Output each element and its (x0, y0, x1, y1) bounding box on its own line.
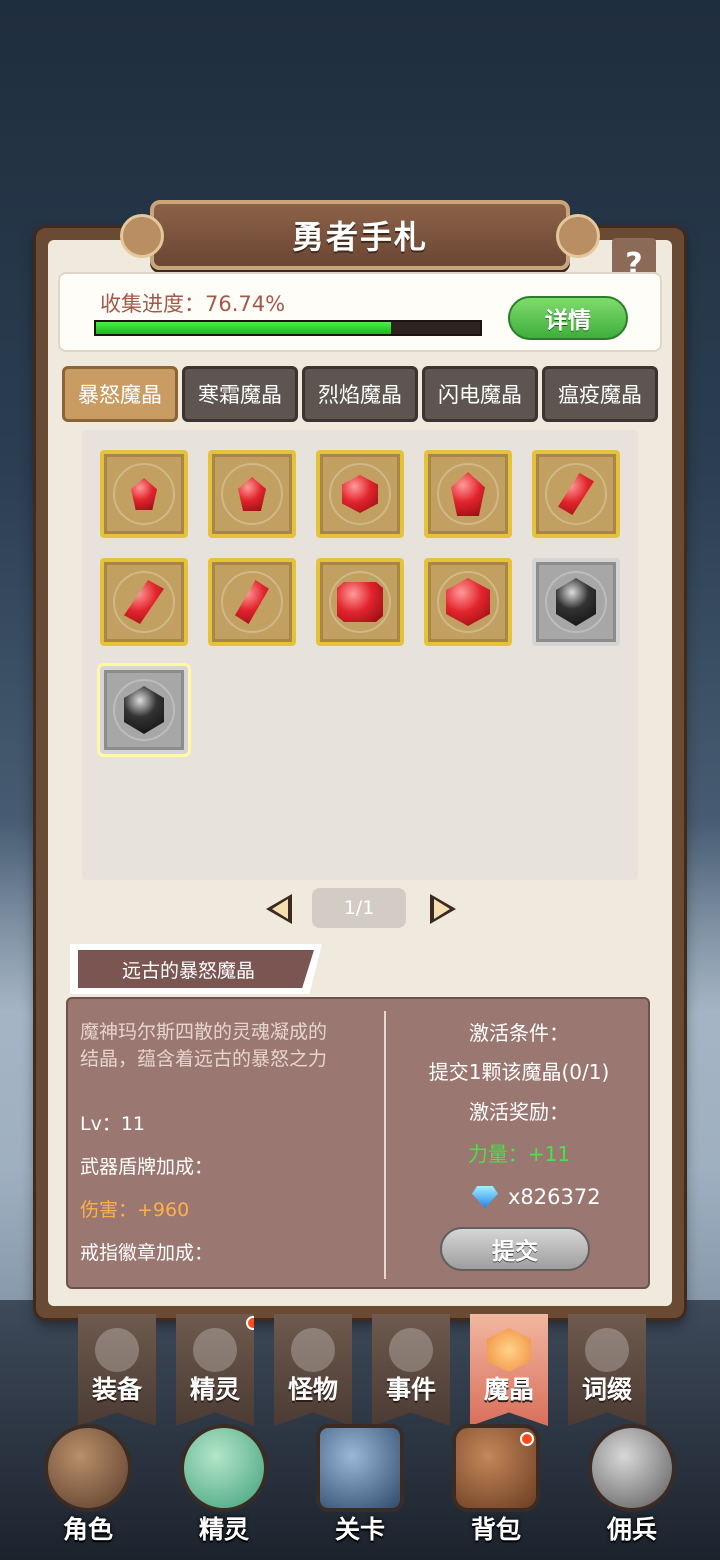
pagination: 1/1 (266, 888, 456, 932)
prev-page-arrow-icon[interactable] (266, 894, 292, 924)
crystal-slot[interactable] (424, 558, 512, 646)
crystal-info-box: 魔神玛尔斯四散的灵魂凝成的 结晶，蕴含着远古的暴怒之力 Lv：11 武器盾牌加成… (66, 997, 650, 1289)
page-title: 勇者手札 (291, 218, 428, 256)
nav-character[interactable]: 角色 (28, 1420, 148, 1560)
nav-spirit[interactable]: 精灵 (164, 1420, 284, 1560)
crystal-type-tabs: 暴怒魔晶 寒霜魔晶 烈焰魔晶 闪电魔晶 瘟疫魔晶 (62, 366, 658, 422)
category-tab-monster[interactable]: 怪物 (274, 1314, 352, 1426)
crystal-slot[interactable] (532, 450, 620, 538)
crystal-slot[interactable] (100, 558, 188, 646)
tab-rage-crystal[interactable]: 暴怒魔晶 (62, 366, 178, 422)
crystal-grid (82, 430, 638, 880)
knight-helmet-icon (592, 1428, 672, 1508)
nav-stage[interactable]: 关卡 (300, 1420, 420, 1560)
crystal-slot-selected[interactable] (100, 666, 188, 754)
progress-bar-fill (96, 322, 391, 334)
crystal-slot[interactable] (100, 450, 188, 538)
gem-balance: x826372 (472, 1185, 601, 1209)
detail-button[interactable]: 详情 (508, 296, 628, 340)
crystal-slot[interactable] (316, 450, 404, 538)
crystal-slot[interactable] (208, 558, 296, 646)
title-banner: 勇者手札 (120, 200, 600, 270)
main-nav: 角色 精灵 关卡 背包 佣兵 (0, 1420, 720, 1560)
collection-progress-card: 收集进度：76.74% 详情 (58, 272, 662, 352)
swirl-icon (585, 1328, 629, 1372)
diamond-icon (472, 1186, 498, 1208)
notification-dot (520, 1432, 534, 1446)
submit-button[interactable]: 提交 (440, 1227, 590, 1271)
crystal-icon (487, 1328, 531, 1372)
category-tab-crystal[interactable]: 魔晶 (470, 1314, 548, 1426)
next-page-arrow-icon[interactable] (430, 894, 456, 924)
spirit-icon (193, 1328, 237, 1372)
activation-condition-label: 激活条件： (469, 1021, 569, 1045)
hero-avatar-icon (48, 1428, 128, 1508)
activation-panel: 激活条件： 提交1颗该魔晶(0/1) 激活奖励： 力量：+11 x826372 … (386, 999, 652, 1287)
activation-condition: 提交1颗该魔晶(0/1) (428, 1060, 610, 1084)
helmet-icon (95, 1328, 139, 1372)
category-tab-spirit[interactable]: 精灵 (176, 1314, 254, 1426)
category-tab-event[interactable]: 事件 (372, 1314, 450, 1426)
item-description-line: 结晶，蕴含着远古的暴怒之力 (80, 1048, 328, 1070)
weapon-bonus-label: 武器盾牌加成： (80, 1156, 214, 1178)
dragon-icon (291, 1328, 335, 1372)
crystal-details: 魔神玛尔斯四散的灵魂凝成的 结晶，蕴含着远古的暴怒之力 Lv：11 武器盾牌加成… (68, 999, 384, 1287)
activation-reward: 力量：+11 (467, 1142, 571, 1166)
banner-ornament-icon (556, 214, 600, 258)
category-tab-affix[interactable]: 词缀 (568, 1314, 646, 1426)
activation-reward-label: 激活奖励： (469, 1100, 569, 1124)
tab-plague-crystal[interactable]: 瘟疫魔晶 (542, 366, 658, 422)
nav-mercenary[interactable]: 佣兵 (572, 1420, 692, 1560)
item-description-line: 魔神玛尔斯四散的灵魂凝成的 (80, 1021, 328, 1043)
tab-frost-crystal[interactable]: 寒霜魔晶 (182, 366, 298, 422)
slime-spirit-icon (184, 1428, 264, 1508)
nav-backpack[interactable]: 背包 (436, 1420, 556, 1560)
tab-flame-crystal[interactable]: 烈焰魔晶 (302, 366, 418, 422)
crystal-slot[interactable] (208, 450, 296, 538)
crystal-slot[interactable] (424, 450, 512, 538)
progress-bar (94, 320, 482, 336)
stage-portal-icon (320, 1428, 400, 1508)
red-crystal-icon (337, 582, 383, 622)
item-name-tag: 远古的暴怒魔晶 (70, 944, 322, 994)
category-nav: 装备 精灵 怪物 事件 魔晶 词缀 (78, 1314, 646, 1430)
item-name: 远古的暴怒魔晶 (78, 950, 314, 988)
page-indicator: 1/1 (312, 888, 406, 928)
damage-bonus: 伤害：+960 (80, 1199, 190, 1221)
progress-label: 收集进度：76.74% (100, 292, 286, 316)
gem-count: x826372 (508, 1185, 601, 1209)
crystal-slot[interactable] (316, 558, 404, 646)
category-tab-equipment[interactable]: 装备 (78, 1314, 156, 1426)
notification-dot (246, 1316, 254, 1330)
scroll-icon (389, 1328, 433, 1372)
banner-ornament-icon (120, 214, 164, 258)
item-level: Lv：11 (80, 1113, 146, 1135)
ring-bonus-label: 戒指徽章加成： (80, 1242, 214, 1264)
crystal-slot-locked[interactable] (532, 558, 620, 646)
tab-lightning-crystal[interactable]: 闪电魔晶 (422, 366, 538, 422)
